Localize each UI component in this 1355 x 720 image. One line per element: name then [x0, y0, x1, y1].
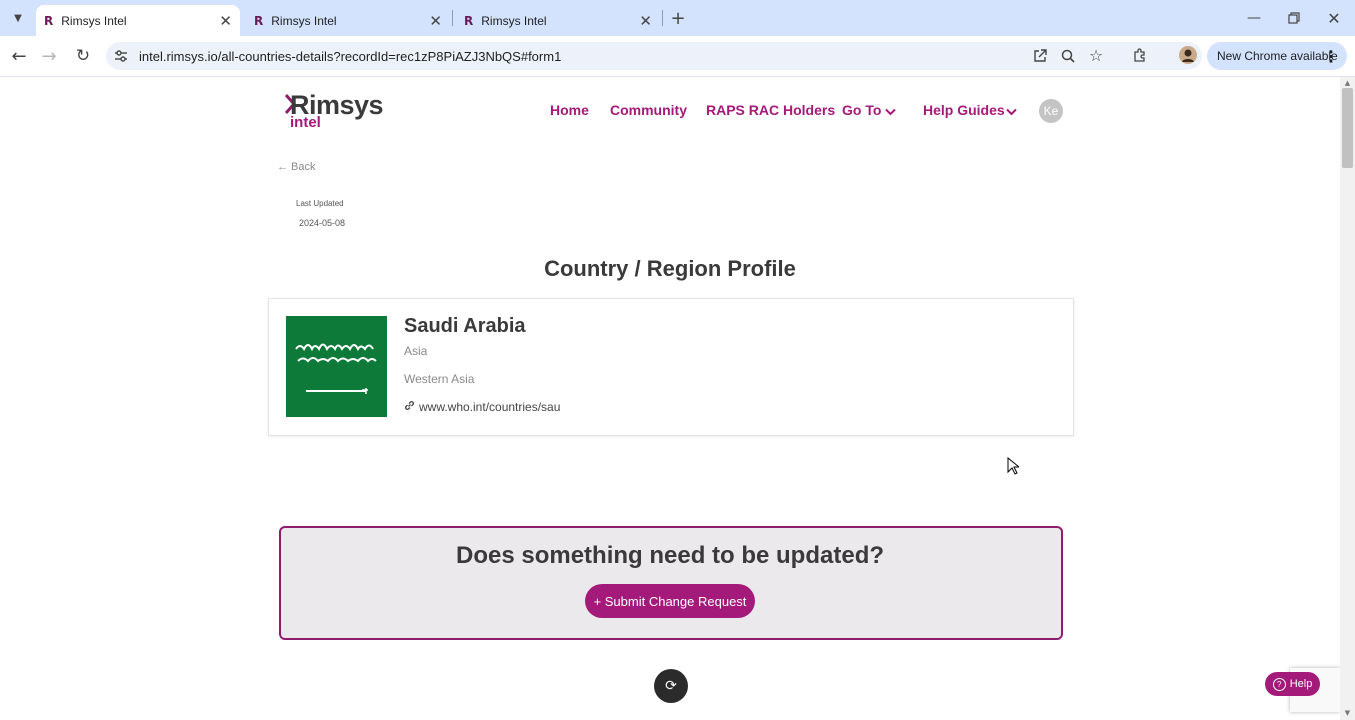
rimsys-logo[interactable]: Rimsys intel [284, 90, 390, 132]
profile-avatar-icon[interactable] [1178, 45, 1198, 65]
scroll-down-arrow-icon[interactable]: ▼ [1342, 708, 1353, 718]
tab-divider [452, 10, 453, 26]
restore-icon[interactable] [1284, 8, 1304, 28]
mouse-cursor-icon [1007, 456, 1021, 480]
scrollbar-thumb[interactable] [1342, 88, 1353, 168]
new-tab-icon[interactable]: + [668, 8, 688, 29]
tab-divider [662, 10, 663, 26]
last-updated-label: Last Updated [296, 199, 344, 208]
page-title: Country / Region Profile [544, 256, 796, 281]
new-chrome-available-button[interactable]: New Chrome available ⋮ [1207, 42, 1347, 70]
chevron-down-icon [885, 103, 896, 121]
nav-raps-rac-holders-link[interactable]: RAPS RAC Holders [706, 102, 835, 118]
back-arrow-icon[interactable]: ← [8, 45, 30, 67]
update-heading: Does something need to be updated? [455, 542, 885, 569]
site-settings-icon[interactable] [112, 47, 130, 65]
country-name: Saudi Arabia [404, 315, 526, 337]
user-avatar[interactable]: Ke [1039, 99, 1063, 123]
logo-sub-text: intel [290, 114, 321, 131]
new-chrome-label: New Chrome available [1217, 49, 1338, 63]
country-profile-card [268, 298, 1074, 436]
tab-title: Rimsys Intel [271, 13, 337, 28]
browser-tab-1[interactable]: R Rimsys Intel ✕ [36, 5, 240, 36]
close-window-icon[interactable]: ✕ [1324, 8, 1344, 28]
rimsys-favicon-icon: R [44, 13, 54, 28]
scroll-down-icon: ⟳ [665, 678, 677, 694]
help-label: Help [1289, 678, 1313, 690]
last-updated-value: 2024-05-08 [299, 218, 346, 228]
url-text[interactable]: intel.rimsys.io/all-countries-details?re… [139, 49, 561, 64]
help-button[interactable]: ? Help [1265, 672, 1320, 696]
nav-help-guides-dropdown[interactable]: Help Guides [923, 102, 1005, 118]
submit-change-request-button[interactable]: + Submit Change Request [585, 584, 755, 618]
nav-community-link[interactable]: Community [610, 102, 687, 118]
scroll-up-arrow-icon[interactable]: ▲ [1342, 78, 1353, 88]
browser-tab-3[interactable]: R Rimsys Intel ✕ [456, 5, 660, 36]
tab-search-icon[interactable]: ▼ [8, 9, 28, 27]
bookmark-star-icon[interactable]: ☆ [1086, 45, 1106, 65]
minimize-icon[interactable]: — [1244, 8, 1264, 28]
open-in-app-icon[interactable] [1030, 46, 1050, 66]
nav-go-to-dropdown[interactable]: Go To [842, 102, 881, 118]
saudi-arabia-flag-icon [286, 316, 387, 417]
close-tab-icon[interactable]: ✕ [429, 12, 442, 30]
nav-home-link[interactable]: Home [550, 102, 589, 118]
forward-arrow-icon[interactable]: → [38, 45, 60, 67]
more-menu-icon[interactable]: ⋮ [1323, 47, 1339, 66]
page-scrollbar[interactable] [1340, 77, 1355, 720]
country-website-text: www.who.int/countries/sau [419, 400, 561, 414]
tab-title: Rimsys Intel [481, 13, 547, 28]
reload-icon[interactable]: ↻ [72, 45, 94, 67]
close-tab-icon[interactable]: ✕ [639, 12, 652, 30]
close-tab-icon[interactable]: ✕ [219, 12, 232, 30]
rimsys-favicon-icon: R [254, 13, 264, 28]
country-region: Asia [404, 344, 428, 358]
link-icon [404, 400, 415, 414]
zoom-icon[interactable] [1058, 46, 1078, 66]
country-subregion: Western Asia [404, 372, 475, 386]
chevron-down-icon [1006, 103, 1017, 121]
scroll-down-button[interactable]: ⟳ [654, 669, 688, 703]
browser-tab-2[interactable]: R Rimsys Intel ✕ [246, 5, 450, 36]
tab-title: Rimsys Intel [61, 13, 127, 28]
extensions-puzzle-icon[interactable] [1130, 45, 1150, 65]
back-link[interactable]: ← Back [277, 161, 316, 173]
country-website-link[interactable]: www.who.int/countries/sau [404, 400, 560, 414]
rimsys-favicon-icon: R [464, 13, 474, 28]
help-question-icon: ? [1272, 677, 1286, 691]
avatar-initials: Ke [1043, 104, 1059, 118]
